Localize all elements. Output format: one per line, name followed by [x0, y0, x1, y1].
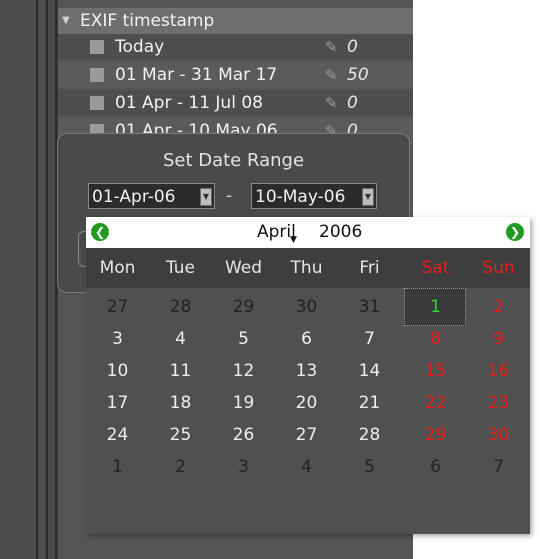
- expand-arrow-icon[interactable]: ▼: [62, 8, 70, 34]
- pencil-edit-icon[interactable]: ✎: [325, 62, 338, 88]
- dropdown-arrow-icon[interactable]: ▼: [362, 188, 374, 206]
- weekday-sun: Sun: [482, 258, 515, 278]
- calendar-day[interactable]: 24: [86, 420, 149, 450]
- exif-timestamp-group[interactable]: ▼ EXIF timestamp: [58, 8, 413, 34]
- to-date-value: 10-May-06: [255, 187, 346, 207]
- calendar-day[interactable]: 12: [212, 356, 275, 386]
- calendar-day[interactable]: 5: [338, 452, 401, 482]
- calendar-day[interactable]: 22: [404, 388, 467, 418]
- calendar-day[interactable]: 28: [149, 292, 212, 322]
- calendar-day[interactable]: 2: [149, 452, 212, 482]
- weekday-fri: Fri: [359, 258, 380, 278]
- tree-row-apr-08[interactable]: 01 Apr - 11 Jul 08 ✎ 0: [58, 90, 413, 116]
- calendar-day[interactable]: 13: [275, 356, 338, 386]
- calendar-day[interactable]: 1: [86, 452, 149, 482]
- calendar-day[interactable]: 30: [467, 420, 530, 450]
- weekday-mon: Mon: [99, 258, 136, 278]
- arrow-left-circle-icon[interactable]: ❮: [91, 223, 109, 241]
- divider: [36, 0, 38, 559]
- calendar-day[interactable]: 30: [275, 292, 338, 322]
- weekday-wed: Wed: [224, 258, 263, 278]
- from-date-value: 01-Apr-06: [92, 187, 176, 207]
- range-separator: -: [226, 186, 233, 206]
- calendar-day[interactable]: 11: [149, 356, 212, 386]
- calendar-day[interactable]: 3: [86, 324, 149, 354]
- dialog-title: Set Date Range: [162, 150, 305, 171]
- checkbox[interactable]: [90, 68, 104, 82]
- weekday-thu: Thu: [290, 258, 323, 278]
- calendar-day[interactable]: 5: [212, 324, 275, 354]
- calendar-day[interactable]: 23: [467, 388, 530, 418]
- calendar-day[interactable]: 27: [86, 292, 149, 322]
- weekday-sat: Sat: [421, 258, 450, 278]
- dropdown-arrow-icon[interactable]: ▼: [200, 188, 212, 206]
- divider: [46, 0, 48, 559]
- calendar-day[interactable]: 17: [86, 388, 149, 418]
- calendar-day[interactable]: 15: [404, 356, 467, 386]
- tree-row-today[interactable]: Today ✎ 0: [58, 34, 413, 60]
- calendar-day[interactable]: 14: [338, 356, 401, 386]
- calendar-day[interactable]: 25: [149, 420, 212, 450]
- row-count: 50: [347, 65, 369, 85]
- row-count: 0: [347, 37, 358, 57]
- calendar-day[interactable]: 31: [338, 292, 401, 322]
- calendar-day[interactable]: 19: [212, 388, 275, 418]
- weekday-tue: Tue: [165, 258, 196, 278]
- row-count: 0: [347, 93, 358, 113]
- calendar-day[interactable]: 20: [275, 388, 338, 418]
- calendar-day[interactable]: 4: [149, 324, 212, 354]
- tree-row-mar-17[interactable]: 01 Mar - 31 Mar 17 ✎ 50: [58, 62, 413, 88]
- caret-down-icon[interactable]: ▼: [290, 235, 297, 245]
- calendar-day[interactable]: 7: [467, 452, 530, 482]
- checkbox[interactable]: [90, 96, 104, 110]
- group-label: EXIF timestamp: [80, 11, 215, 31]
- calendar-day[interactable]: 26: [212, 420, 275, 450]
- calendar-day[interactable]: 16: [467, 356, 530, 386]
- arrow-right-circle-icon[interactable]: ❯: [506, 223, 524, 241]
- calendar-header: ❮ April ▼ 2006 ❯: [86, 217, 530, 248]
- calendar-day[interactable]: 10: [86, 356, 149, 386]
- calendar-day[interactable]: 2: [467, 292, 530, 322]
- calendar-day[interactable]: 7: [338, 324, 401, 354]
- to-date-field[interactable]: 10-May-06 ▼: [251, 183, 377, 209]
- calendar-day[interactable]: 29: [212, 292, 275, 322]
- calendar-day[interactable]: 27: [275, 420, 338, 450]
- row-label: 01 Apr - 11 Jul 08: [115, 93, 263, 113]
- calendar-day[interactable]: 4: [275, 452, 338, 482]
- row-label: Today: [115, 37, 165, 57]
- calendar-day[interactable]: 6: [404, 452, 467, 482]
- calendar-day[interactable]: 28: [338, 420, 401, 450]
- calendar-day[interactable]: 6: [275, 324, 338, 354]
- calendar-day[interactable]: 1: [404, 292, 467, 322]
- year-spinner[interactable]: 2006: [319, 217, 362, 248]
- pencil-edit-icon[interactable]: ✎: [325, 90, 338, 116]
- checkbox[interactable]: [90, 40, 104, 54]
- calendar-day[interactable]: 21: [338, 388, 401, 418]
- pencil-edit-icon[interactable]: ✎: [325, 34, 338, 60]
- calendar-day[interactable]: 9: [467, 324, 530, 354]
- from-date-field[interactable]: 01-Apr-06 ▼: [88, 183, 215, 209]
- calendar-day[interactable]: 29: [404, 420, 467, 450]
- row-label: 01 Mar - 31 Mar 17: [115, 65, 278, 85]
- calendar-day[interactable]: 18: [149, 388, 212, 418]
- calendar-day[interactable]: 8: [404, 324, 467, 354]
- calendar-day[interactable]: 3: [212, 452, 275, 482]
- calendar-popup: ❮ April ▼ 2006 ❯ Mon Tue Wed Thu Fri Sat Sun 27…: [86, 217, 530, 534]
